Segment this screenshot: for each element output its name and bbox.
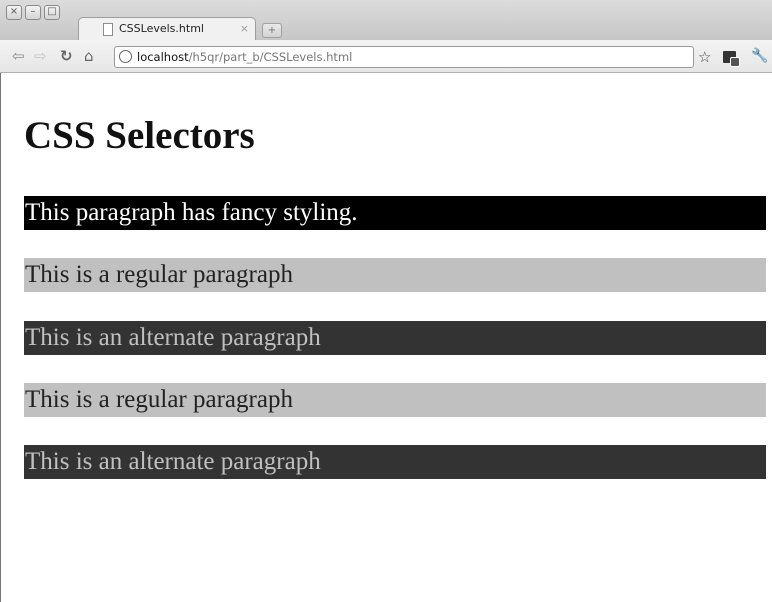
tab-title: CSSLevels.html xyxy=(119,22,204,35)
maximize-window-icon[interactable]: □ xyxy=(44,5,60,20)
tab-csslevels[interactable]: CSSLevels.html × xyxy=(78,17,256,41)
wrench-icon[interactable]: 🔧 xyxy=(751,48,768,64)
extension-icon[interactable] xyxy=(723,51,740,67)
paragraph-regular: This is a regular paragraph xyxy=(24,258,766,292)
reload-icon[interactable]: ↻ xyxy=(60,48,73,64)
url-text: localhost/h5qr/part_b/CSSLevels.html xyxy=(137,50,352,64)
forward-arrow-icon[interactable]: ⇨ xyxy=(34,48,47,64)
back-arrow-icon[interactable]: ⇦ xyxy=(12,48,25,64)
paragraph-regular: This is a regular paragraph xyxy=(24,383,766,417)
paragraph-fancy: This paragraph has fancy styling. xyxy=(24,196,766,230)
home-icon[interactable]: ⌂ xyxy=(84,48,94,64)
address-bar[interactable]: localhost/h5qr/part_b/CSSLevels.html xyxy=(114,46,694,68)
paragraph-alternate: This is an alternate paragraph xyxy=(24,321,766,355)
page-icon xyxy=(103,23,113,36)
tab-close-icon[interactable]: × xyxy=(240,22,249,35)
url-path: /h5qr/part_b/CSSLevels.html xyxy=(188,50,353,64)
page-viewport: CSS Selectors This paragraph has fancy s… xyxy=(0,73,772,602)
minimize-window-icon[interactable]: – xyxy=(25,5,41,20)
page-heading: CSS Selectors xyxy=(24,114,255,157)
new-tab-button[interactable]: + xyxy=(262,23,282,38)
window-controls: × – □ xyxy=(6,5,60,20)
browser-toolbar: ⇦ ⇨ ↻ ⌂ localhost/h5qr/part_b/CSSLevels.… xyxy=(0,40,772,73)
paragraph-alternate: This is an alternate paragraph xyxy=(24,445,766,479)
window-titlebar: × – □ CSSLevels.html × + xyxy=(0,0,772,41)
close-window-icon[interactable]: × xyxy=(6,5,22,20)
star-icon[interactable]: ☆ xyxy=(698,48,711,66)
url-host: localhost xyxy=(137,50,189,64)
globe-icon xyxy=(119,50,132,63)
